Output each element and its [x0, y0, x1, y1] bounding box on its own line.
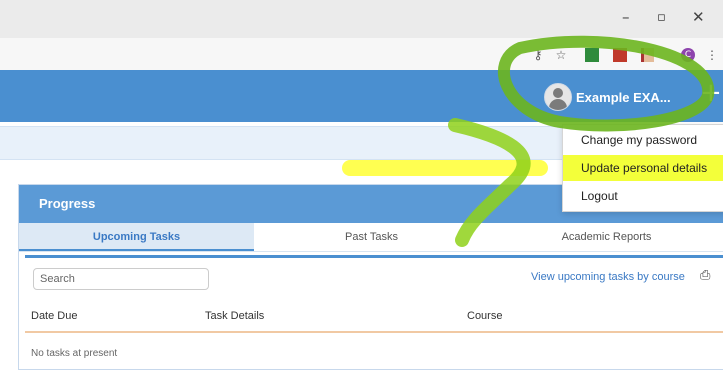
close-button[interactable]: ✕: [692, 8, 705, 26]
key-icon[interactable]: ⚷: [531, 48, 545, 62]
column-header-course[interactable]: Course: [467, 310, 502, 322]
profile-icon[interactable]: C: [681, 48, 695, 62]
menu-item-change-password[interactable]: Change my password: [563, 127, 723, 153]
print-icon[interactable]: ⎙: [700, 268, 710, 283]
menu-item-logout[interactable]: Logout: [563, 183, 723, 209]
tab-past-tasks[interactable]: Past Tasks: [254, 223, 489, 251]
star-icon[interactable]: ☆: [554, 48, 568, 62]
user-name: Example EXA...: [576, 89, 671, 105]
tasks-content: Search View upcoming tasks by course ⎙ D…: [25, 255, 723, 369]
table-header-divider: [25, 331, 723, 333]
restore-button[interactable]: ▫: [657, 10, 666, 25]
user-dropdown-menu: Change my password Update personal detai…: [562, 124, 723, 212]
progress-tabs: Upcoming Tasks Past Tasks Academic Repor…: [19, 223, 723, 252]
avatar: [544, 83, 572, 111]
menu-item-update-personal-details[interactable]: Update personal details: [563, 155, 723, 181]
user-menu-button[interactable]: Example EXA...: [544, 83, 671, 111]
browser-toolbar: ⚷ ☆ C ⋮: [0, 38, 723, 71]
browser-title-bar: – ▫ ✕: [0, 0, 723, 38]
search-input[interactable]: Search: [33, 268, 209, 290]
tab-academic-reports[interactable]: Academic Reports: [489, 223, 723, 251]
empty-tasks-message: No tasks at present: [31, 348, 118, 359]
add-icon[interactable]: +: [700, 78, 722, 108]
pdf-icon[interactable]: [613, 48, 627, 62]
menu-icon[interactable]: ⋮: [705, 48, 719, 62]
column-header-task-details[interactable]: Task Details: [205, 310, 264, 322]
flag-icon[interactable]: [641, 48, 654, 62]
minimize-button[interactable]: –: [622, 8, 630, 26]
column-header-date-due[interactable]: Date Due: [31, 310, 77, 322]
view-by-course-link[interactable]: View upcoming tasks by course: [531, 271, 685, 283]
tab-upcoming-tasks[interactable]: Upcoming Tasks: [19, 223, 254, 251]
extension-icon[interactable]: [585, 48, 599, 62]
